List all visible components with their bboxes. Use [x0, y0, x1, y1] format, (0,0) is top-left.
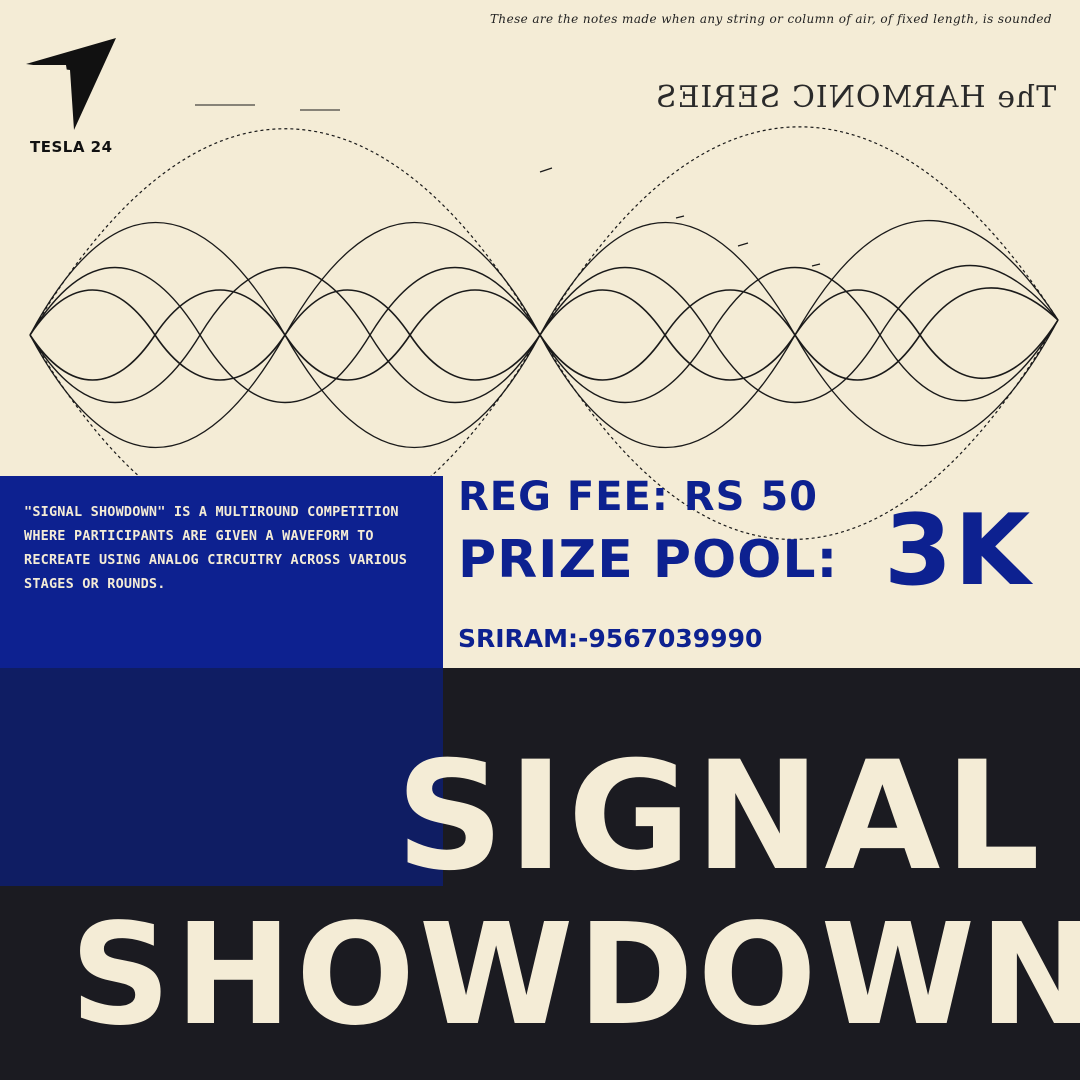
- prize-pool-value: 3K: [884, 494, 1033, 608]
- event-title-line-2: SHOWDOWN: [70, 894, 1080, 1057]
- brand-logo: TESLA 24: [22, 34, 122, 164]
- event-poster: These are the notes made when any string…: [0, 0, 1080, 1080]
- contact-info: SRIRAM:-9567039990: [458, 624, 763, 653]
- tesla-arrow-icon: [26, 38, 116, 130]
- event-description: "SIGNAL SHOWDOWN" IS A MULTIROUND COMPET…: [24, 504, 408, 592]
- sketch-title: The HARMONIC SERIES: [655, 80, 1057, 115]
- blue-overlay: [0, 668, 443, 886]
- event-title-line-1: SIGNAL: [395, 730, 1044, 904]
- prize-pool-label: PRIZE POOL:: [458, 530, 839, 590]
- registration-fee: REG FEE: RS 50: [458, 474, 818, 520]
- sketch-note: These are the notes made when any string…: [490, 12, 1052, 26]
- brand-name: TESLA 24: [30, 138, 113, 156]
